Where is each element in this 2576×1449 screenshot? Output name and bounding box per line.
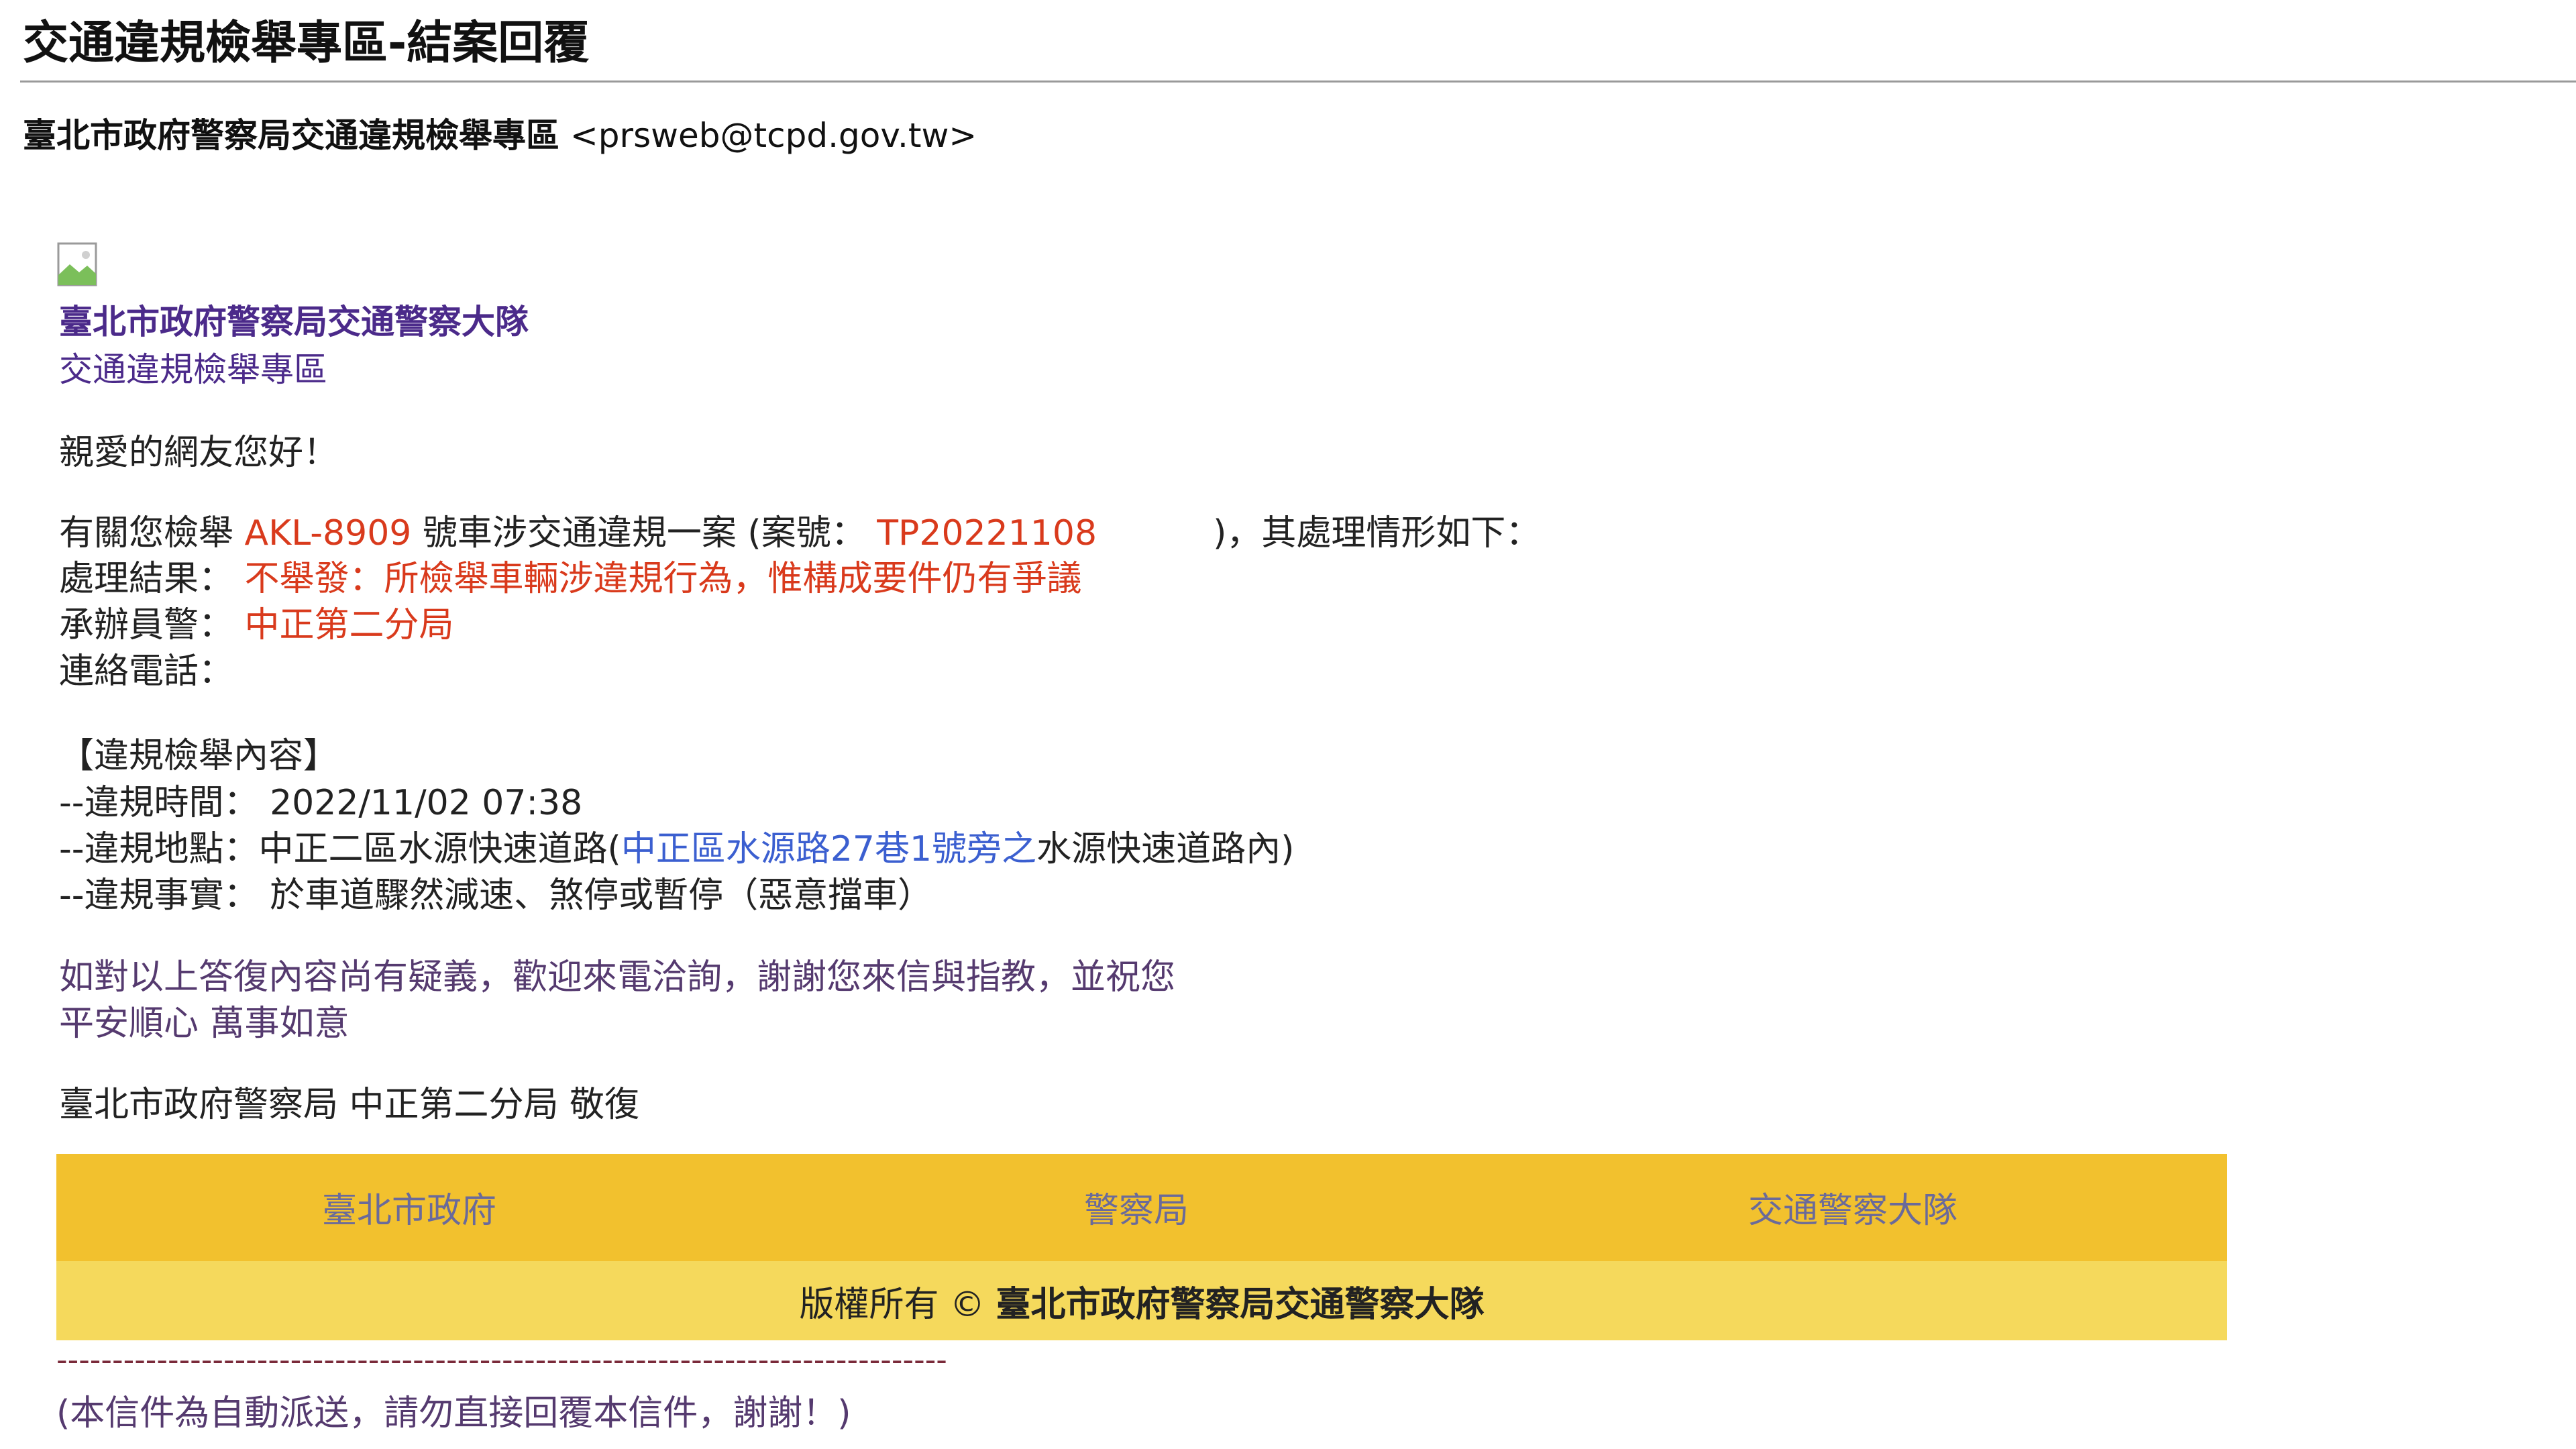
result-label: 處理結果： (59, 559, 234, 599)
auto-send-note: (本信件為自動派送，請勿直接回覆本信件，謝謝！) (56, 1393, 851, 1434)
violation-time-label: --違規時間： (59, 783, 259, 823)
plate-number: AKL-8909 (244, 513, 412, 553)
closing-line-1: 如對以上答復內容尚有疑義，歡迎來電洽詢，謝謝您來信與指教，並祝您 (59, 957, 1176, 998)
footer-link-city-government[interactable]: 臺北市政府 (322, 1182, 496, 1232)
intro-suffix: )，其處理情形如下： (1213, 513, 1541, 553)
closing-line-2: 平安順心 萬事如意 (59, 1004, 350, 1044)
sender-line: 臺北市政府警察局交通違規檢舉專區 <prsweb@tcpd.gov.tw> (23, 109, 977, 157)
violation-fact-line: --違規事實： 於車道驟然減速、煞停或暫停（惡意擋車） (59, 867, 932, 917)
copyright-prefix: 版權所有 © (799, 1285, 996, 1325)
violation-fact-label: --違規事實： (59, 875, 259, 916)
violation-time-value: 2022/11/02 07:38 (270, 783, 583, 823)
sender-email[interactable]: <prsweb@tcpd.gov.tw> (570, 116, 977, 155)
violation-fact-value: 於車道驟然減速、煞停或暫停（惡意擋車） (270, 875, 933, 916)
broken-image-icon (57, 242, 97, 286)
copyright: 版權所有 © 臺北市政府警察局交通警察大隊 (0, 1276, 2284, 1326)
violation-location-label: --違規地點：中正二區水源快速道路( (59, 829, 621, 869)
org-subtitle: 交通違規檢舉專區 (59, 350, 327, 389)
case-number: TP20221108 (877, 513, 1097, 553)
intro-line: 有關您檢舉 AKL-8909 號車涉交通違規一案 (案號： TP20221108… (59, 504, 1540, 555)
result-line: 處理結果： 不舉發：所檢舉車輛涉違規行為，惟構成要件仍有爭議 (59, 550, 1082, 600)
violation-location-link[interactable]: 中正區水源路27巷1號旁之 (621, 829, 1036, 869)
org-title: 臺北市政府警察局交通警察大隊 (59, 303, 529, 341)
violation-location-suffix: 水源快速道路內) (1036, 829, 1295, 869)
result-value: 不舉發：所檢舉車輛涉違規行為，惟構成要件仍有爭議 (244, 559, 1082, 599)
footer-link-traffic-police[interactable]: 交通警察大隊 (1748, 1182, 1957, 1232)
phone-line: 連絡電話： (59, 643, 233, 693)
copyright-owner: 臺北市政府警察局交通警察大隊 (996, 1285, 1485, 1325)
email-subject: 交通違規檢舉專區-結案回覆 (23, 17, 590, 70)
greeting: 親愛的網友您好！ (59, 433, 339, 473)
officer-label: 承辦員警： (59, 605, 234, 645)
violation-location-line: --違規地點：中正二區水源快速道路(中正區水源路27巷1號旁之水源快速道路內) (59, 820, 1294, 871)
header-divider (20, 80, 2576, 83)
officer-line: 承辦員警： 中正第二分局 (59, 596, 454, 647)
phone-label: 連絡電話： (59, 651, 234, 692)
sender-name: 臺北市政府警察局交通違規檢舉專區 (23, 116, 559, 155)
dashed-divider: ----------------------------------------… (56, 1342, 947, 1378)
content-heading: 【違規檢舉內容】 (59, 736, 339, 776)
officer-value: 中正第二分局 (244, 605, 454, 645)
footer-link-police-department[interactable]: 警察局 (1084, 1182, 1189, 1232)
intro-prefix: 有關您檢舉 (59, 513, 234, 553)
signature: 臺北市政府警察局 中正第二分局 敬復 (59, 1085, 640, 1125)
violation-time-line: --違規時間： 2022/11/02 07:38 (59, 774, 582, 824)
intro-middle: 號車涉交通違規一案 (案號： (422, 513, 866, 553)
